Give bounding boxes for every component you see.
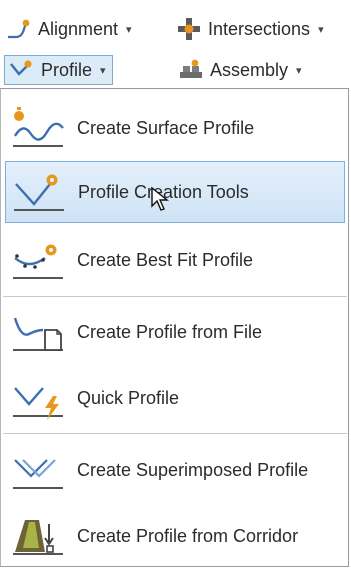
profile-from-file-icon	[13, 317, 63, 351]
alignment-icon	[8, 19, 30, 39]
menu-item-create-profile-from-corridor[interactable]: Create Profile from Corridor	[5, 505, 345, 567]
assembly-label: Assembly	[210, 59, 289, 80]
intersections-button[interactable]: Intersections ▾	[176, 14, 324, 44]
intersections-dropdown-icon[interactable]: ▾	[318, 23, 324, 36]
menu-item-profile-creation-tools[interactable]: Profile Creation Tools	[5, 161, 345, 223]
surface-profile-icon	[13, 107, 64, 147]
menu-item-label: Create Surface Profile	[77, 117, 255, 138]
menu-item-create-surface-profile[interactable]: Create Surface Profile	[5, 97, 345, 159]
profile-button[interactable]: Profile ▾	[4, 55, 113, 85]
best-fit-profile-icon	[13, 244, 63, 279]
alignment-label: Alignment	[38, 18, 119, 39]
alignment-dropdown-icon[interactable]: ▾	[126, 23, 132, 36]
assembly-button[interactable]: Assembly ▾	[178, 55, 302, 85]
assembly-icon	[180, 59, 202, 78]
profile-label: Profile	[41, 59, 93, 80]
profile-from-corridor-icon	[13, 520, 63, 555]
menu-item-label: Create Best Fit Profile	[77, 249, 254, 270]
profile-dropdown-menu: Create Surface Profile Profile Creation …	[0, 88, 349, 567]
menu-item-label: Create Profile from File	[77, 321, 263, 342]
superimposed-profile-icon	[13, 459, 63, 489]
menu-item-label: Create Superimposed Profile	[77, 459, 309, 480]
menu-item-quick-profile[interactable]: Quick Profile	[5, 367, 345, 429]
menu-item-create-profile-from-file[interactable]: Create Profile from File	[5, 301, 345, 363]
menu-separator	[3, 296, 347, 297]
profile-icon	[10, 60, 32, 76]
mouse-cursor-icon	[151, 186, 169, 211]
ribbon-panel: Alignment ▾ Intersections ▾ Profile ▾ As…	[0, 0, 351, 86]
quick-profile-icon	[13, 387, 63, 420]
alignment-button[interactable]: Alignment ▾	[6, 14, 132, 44]
intersections-icon	[178, 18, 200, 40]
assembly-dropdown-icon[interactable]: ▾	[296, 64, 302, 77]
menu-separator	[3, 433, 347, 434]
menu-item-label: Quick Profile	[77, 387, 180, 408]
intersections-label: Intersections	[208, 18, 311, 39]
profile-dropdown-icon[interactable]: ▾	[100, 64, 106, 77]
menu-item-label: Create Profile from Corridor	[77, 525, 299, 546]
profile-creation-tools-icon	[14, 174, 64, 211]
menu-item-create-best-fit-profile[interactable]: Create Best Fit Profile	[5, 229, 345, 291]
menu-item-create-superimposed-profile[interactable]: Create Superimposed Profile	[5, 439, 345, 501]
